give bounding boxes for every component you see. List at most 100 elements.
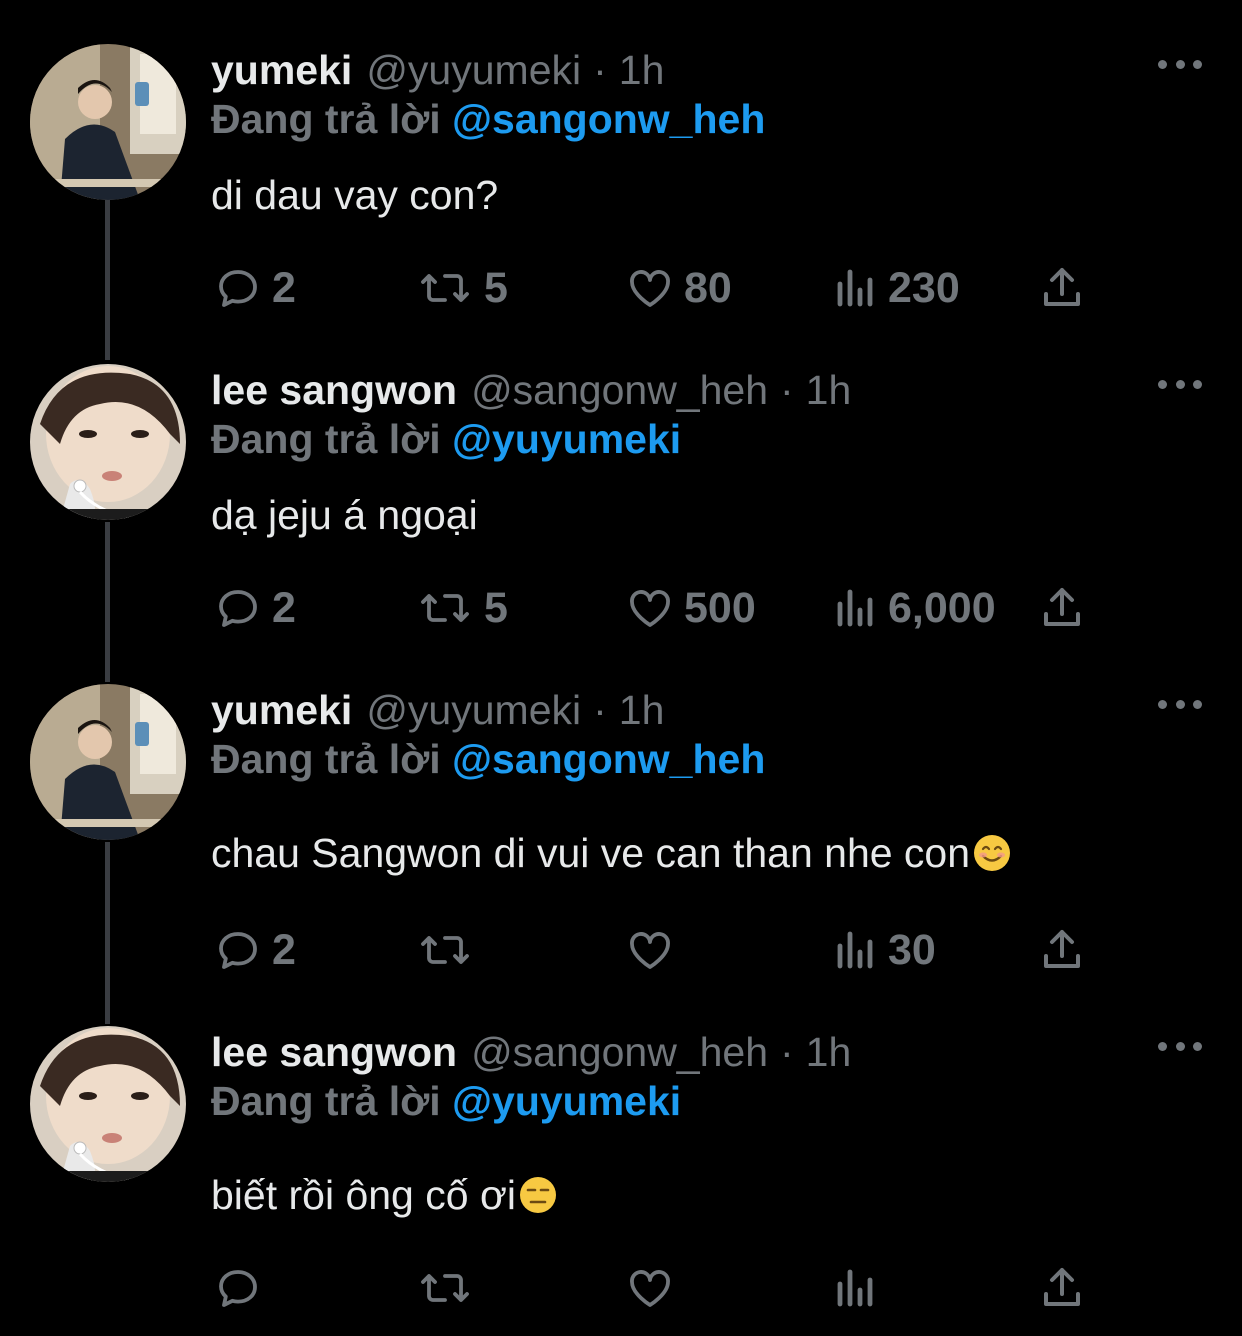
display-name[interactable]: lee sangwon bbox=[211, 367, 457, 414]
replying-to: Đang trả lời @yuyumeki bbox=[211, 1078, 681, 1125]
retweet-count: 5 bbox=[484, 263, 508, 312]
retweet-button[interactable]: 5 bbox=[416, 262, 508, 314]
avatar[interactable] bbox=[30, 364, 186, 520]
tweet-actions bbox=[0, 1262, 1242, 1314]
share-button[interactable] bbox=[1040, 924, 1094, 976]
retweet-icon bbox=[421, 1274, 469, 1302]
user-handle[interactable]: @sangonw_heh bbox=[471, 1029, 768, 1076]
avatar[interactable] bbox=[30, 1026, 186, 1182]
like-button[interactable]: 80 bbox=[626, 262, 732, 314]
heart-icon bbox=[630, 270, 670, 307]
tweet-text: chau Sangwon di vui ve can than nhe con bbox=[211, 830, 1012, 877]
reply-label: Đang trả lời bbox=[211, 1078, 441, 1124]
display-name[interactable]: yumeki bbox=[211, 687, 352, 734]
analytics-icon bbox=[837, 589, 873, 627]
reply-button[interactable]: 2 bbox=[214, 582, 296, 634]
more-options-icon[interactable] bbox=[1158, 374, 1202, 394]
tweet-text-content: dạ jeju á ngoại bbox=[211, 492, 478, 538]
share-icon bbox=[1044, 930, 1080, 968]
reply-label: Đang trả lời bbox=[211, 416, 441, 462]
tweet-header: lee sangwon @sangonw_heh · 1h bbox=[211, 1026, 851, 1078]
reply-count: 2 bbox=[272, 583, 296, 632]
reply-button[interactable] bbox=[214, 1262, 272, 1314]
share-button[interactable] bbox=[1040, 582, 1094, 634]
tweet-thread: yumeki @yuyumeki · 1h Đang trả lời @sang… bbox=[0, 0, 1242, 1336]
heart-icon bbox=[630, 1270, 670, 1307]
reply-label: Đang trả lời bbox=[211, 96, 441, 142]
views-button[interactable]: 6,000 bbox=[834, 582, 996, 634]
reply-mention-link[interactable]: @yuyumeki bbox=[452, 416, 681, 462]
retweet-icon bbox=[421, 936, 469, 964]
reply-label: Đang trả lời bbox=[211, 736, 441, 782]
reply-button[interactable]: 2 bbox=[214, 262, 296, 314]
separator-dot: · bbox=[780, 1028, 794, 1075]
reply-icon bbox=[219, 270, 257, 307]
user-handle[interactable]: @yuyumeki bbox=[366, 687, 581, 734]
analytics-icon bbox=[837, 1269, 873, 1307]
view-count: 30 bbox=[888, 925, 936, 974]
avatar-sangwon-image bbox=[30, 364, 186, 520]
views-button[interactable]: 30 bbox=[834, 924, 936, 976]
timestamp[interactable]: 1h bbox=[806, 367, 852, 414]
user-handle[interactable]: @yuyumeki bbox=[366, 47, 581, 94]
avatar-yumeki-image bbox=[30, 44, 186, 200]
reply-mention-link[interactable]: @yuyumeki bbox=[452, 1078, 681, 1124]
more-options-icon[interactable] bbox=[1158, 1036, 1202, 1056]
share-button[interactable] bbox=[1040, 1262, 1094, 1314]
more-options-icon[interactable] bbox=[1158, 54, 1202, 74]
expressionless-face-emoji-icon bbox=[519, 1177, 556, 1213]
replying-to: Đang trả lời @sangonw_heh bbox=[211, 96, 765, 143]
heart-icon bbox=[630, 932, 670, 969]
separator-dot: · bbox=[593, 46, 607, 93]
views-button[interactable] bbox=[834, 1262, 888, 1314]
avatar[interactable] bbox=[30, 684, 186, 840]
analytics-icon bbox=[837, 931, 873, 969]
smiling-face-emoji-icon bbox=[974, 835, 1011, 871]
tweet-text: di dau vay con? bbox=[211, 172, 498, 219]
tweet-text-content: di dau vay con? bbox=[211, 172, 499, 218]
analytics-icon bbox=[837, 269, 873, 307]
view-count: 230 bbox=[888, 263, 960, 312]
display-name[interactable]: yumeki bbox=[211, 47, 352, 94]
avatar[interactable] bbox=[30, 44, 186, 200]
tweet-text: dạ jeju á ngoại bbox=[211, 492, 478, 539]
reply-icon bbox=[219, 932, 257, 969]
timestamp[interactable]: 1h bbox=[619, 687, 665, 734]
retweet-button[interactable] bbox=[416, 924, 484, 976]
retweet-icon bbox=[421, 594, 469, 622]
reply-count: 2 bbox=[272, 925, 296, 974]
display-name[interactable]: lee sangwon bbox=[211, 1029, 457, 1076]
like-button[interactable] bbox=[626, 1262, 684, 1314]
retweet-button[interactable] bbox=[416, 1262, 484, 1314]
replying-to: Đang trả lời @sangonw_heh bbox=[211, 736, 765, 783]
retweet-count: 5 bbox=[484, 583, 508, 632]
like-count: 80 bbox=[684, 263, 732, 312]
user-handle[interactable]: @sangonw_heh bbox=[471, 367, 768, 414]
timestamp[interactable]: 1h bbox=[619, 47, 665, 94]
like-count: 500 bbox=[684, 583, 756, 632]
more-options-icon[interactable] bbox=[1158, 694, 1202, 714]
tweet-header: yumeki @yuyumeki · 1h bbox=[211, 44, 664, 96]
tweet-text-content: chau Sangwon di vui ve can than nhe con bbox=[211, 830, 971, 876]
reply-icon bbox=[219, 590, 257, 627]
timestamp[interactable]: 1h bbox=[806, 1029, 852, 1076]
like-button[interactable]: 500 bbox=[626, 582, 756, 634]
views-button[interactable]: 230 bbox=[834, 262, 960, 314]
tweet-header: lee sangwon @sangonw_heh · 1h bbox=[211, 364, 851, 416]
avatar-yumeki-image bbox=[30, 684, 186, 840]
heart-icon bbox=[630, 590, 670, 627]
reply-button[interactable]: 2 bbox=[214, 924, 296, 976]
reply-mention-link[interactable]: @sangonw_heh bbox=[452, 96, 765, 142]
tweet-text-content: biết rồi ông cố ơi bbox=[211, 1172, 516, 1218]
reply-icon bbox=[219, 1270, 257, 1307]
separator-dot: · bbox=[780, 366, 794, 413]
retweet-button[interactable]: 5 bbox=[416, 582, 508, 634]
separator-dot: · bbox=[593, 686, 607, 733]
share-button[interactable] bbox=[1040, 262, 1094, 314]
avatar-sangwon-image bbox=[30, 1026, 186, 1182]
reply-mention-link[interactable]: @sangonw_heh bbox=[452, 736, 765, 782]
tweet-text: biết rồi ông cố ơi bbox=[211, 1172, 558, 1219]
replying-to: Đang trả lời @yuyumeki bbox=[211, 416, 681, 463]
like-button[interactable] bbox=[626, 924, 684, 976]
retweet-icon bbox=[421, 274, 469, 302]
